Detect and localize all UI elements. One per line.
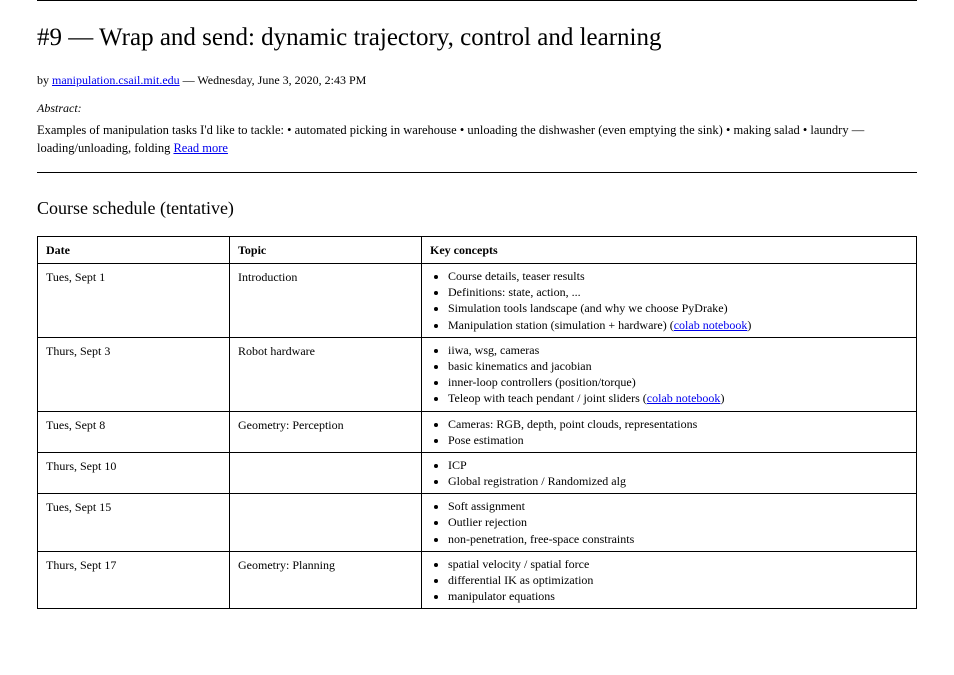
- col-concepts: Key concepts: [422, 237, 917, 264]
- cell-date: Tues, Sept 1: [38, 264, 230, 338]
- list-item: spatial velocity / spatial force: [448, 556, 908, 572]
- section-rule-bottom: [37, 172, 917, 173]
- cell-concepts: ICPGlobal registration / Randomized alg: [422, 452, 917, 493]
- list-item: Teleop with teach pendant / joint slider…: [448, 390, 908, 406]
- cell-topic: Geometry: Perception: [230, 411, 422, 452]
- list-item: Global registration / Randomized alg: [448, 473, 908, 489]
- list-item: Soft assignment: [448, 498, 908, 514]
- cell-date: Thurs, Sept 3: [38, 337, 230, 411]
- cell-topic: [230, 494, 422, 552]
- schedule-heading: Course schedule (tentative): [37, 195, 917, 222]
- byline: by manipulation.csail.mit.edu — Wednesda…: [37, 71, 917, 89]
- list-item: Cameras: RGB, depth, point clouds, repre…: [448, 416, 908, 432]
- notebook-link[interactable]: colab notebook: [647, 391, 721, 405]
- col-topic: Topic: [230, 237, 422, 264]
- abstract-body: Examples of manipulation tasks I'd like …: [37, 121, 917, 159]
- col-date: Date: [38, 237, 230, 264]
- cell-topic: [230, 452, 422, 493]
- table-header-row: Date Topic Key concepts: [38, 237, 917, 264]
- table-row: Thurs, Sept 17Geometry: Planningspatial …: [38, 551, 917, 609]
- list-item: Pose estimation: [448, 432, 908, 448]
- list-item: Simulation tools landscape (and why we c…: [448, 300, 908, 316]
- cell-topic: Robot hardware: [230, 337, 422, 411]
- list-item: Manipulation station (simulation + hardw…: [448, 317, 908, 333]
- list-item: non-penetration, free-space constraints: [448, 531, 908, 547]
- list-item: ICP: [448, 457, 908, 473]
- abstract-text: Examples of manipulation tasks I'd like …: [37, 123, 864, 156]
- post-title: #9 — Wrap and send: dynamic trajectory, …: [37, 19, 917, 57]
- byline-prefix: by: [37, 73, 52, 87]
- read-more-link[interactable]: Read more: [173, 141, 228, 155]
- list-item: Outlier rejection: [448, 514, 908, 530]
- table-row: Tues, Sept 8Geometry: Perception Cameras:…: [38, 411, 917, 452]
- post-block: #9 — Wrap and send: dynamic trajectory, …: [37, 1, 917, 172]
- cell-concepts: Course details, teaser resultsDefinition…: [422, 264, 917, 338]
- cell-concepts: spatial velocity / spatial forcedifferen…: [422, 551, 917, 609]
- list-item: basic kinematics and jacobian: [448, 358, 908, 374]
- list-item: iiwa, wsg, cameras: [448, 342, 908, 358]
- byline-date: — Wednesday, June 3, 2020, 2:43 PM: [183, 73, 367, 87]
- list-item: Definitions: state, action, ...: [448, 284, 908, 300]
- cell-date: Thurs, Sept 17: [38, 551, 230, 609]
- cell-topic: Introduction: [230, 264, 422, 338]
- table-row: Thurs, Sept 10 ICPGlobal registration / R…: [38, 452, 917, 493]
- table-row: Tues, Sept 1IntroductionCourse details, …: [38, 264, 917, 338]
- abstract-label: Abstract:: [37, 99, 917, 117]
- cell-date: Tues, Sept 8: [38, 411, 230, 452]
- notebook-link[interactable]: colab notebook: [674, 318, 748, 332]
- schedule-table: Date Topic Key concepts Tues, Sept 1Intr…: [37, 236, 917, 609]
- cell-topic: Geometry: Planning: [230, 551, 422, 609]
- list-item: differential IK as optimization: [448, 572, 908, 588]
- list-item: manipulator equations: [448, 588, 908, 604]
- cell-date: Tues, Sept 15: [38, 494, 230, 552]
- table-row: Thurs, Sept 3Robot hardwareiiwa, wsg, ca…: [38, 337, 917, 411]
- cell-concepts: iiwa, wsg, camerasbasic kinematics and j…: [422, 337, 917, 411]
- table-row: Tues, Sept 15 Soft assignmentOutlier reje…: [38, 494, 917, 552]
- byline-author-link[interactable]: manipulation.csail.mit.edu: [52, 73, 180, 87]
- cell-concepts: Cameras: RGB, depth, point clouds, repre…: [422, 411, 917, 452]
- list-item: inner-loop controllers (position/torque): [448, 374, 908, 390]
- cell-date: Thurs, Sept 10: [38, 452, 230, 493]
- list-item: Course details, teaser results: [448, 268, 908, 284]
- cell-concepts: Soft assignmentOutlier rejectionnon-pene…: [422, 494, 917, 552]
